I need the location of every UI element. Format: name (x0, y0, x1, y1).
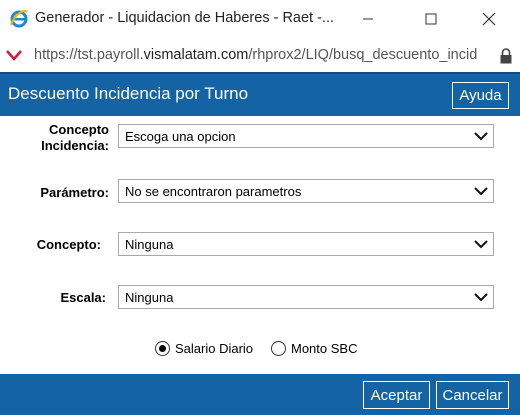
salario-diario-label[interactable]: Salario Diario (175, 341, 253, 356)
escala-label: Escala: (60, 290, 106, 305)
window-title: Generador - Liquidacion de Haberes - Rae… (35, 10, 335, 26)
cancel-button[interactable]: Cancelar (436, 381, 509, 409)
escala-select[interactable]: Ninguna (118, 285, 494, 309)
page-title: Descuento Incidencia por Turno (8, 84, 249, 103)
dialog-header: Descuento Incidencia por Turno Ayuda (0, 72, 520, 116)
dialog-footer: Aceptar Cancelar (0, 374, 520, 415)
visma-site-icon (6, 50, 22, 61)
internet-explorer-icon (10, 10, 28, 28)
close-button[interactable] (466, 0, 512, 38)
minimize-button[interactable] (345, 0, 391, 38)
concepto-incidencia-label-line2: Incidencia: (41, 138, 109, 153)
close-icon (482, 12, 496, 26)
lock-icon[interactable] (499, 47, 513, 65)
concepto-label: Concepto: (36, 237, 101, 252)
url-prefix: https://tst.payroll. (34, 47, 144, 63)
monto-sbc-label[interactable]: Monto SBC (291, 341, 357, 356)
chevron-down-icon (474, 240, 488, 249)
salario-diario-radio[interactable] (155, 341, 170, 356)
concepto-incidencia-label-line1: Concepto (49, 122, 109, 137)
parametro-value: No se encontraron parametros (125, 184, 302, 199)
escala-value: Ninguna (125, 290, 174, 305)
concepto-incidencia-select[interactable]: Escoga una opcion (118, 124, 494, 148)
concepto-value: Ninguna (125, 237, 174, 252)
chevron-down-icon (474, 187, 488, 196)
parametro-label: Parámetro: (40, 185, 109, 200)
maximize-button[interactable] (408, 0, 454, 38)
accept-button[interactable]: Aceptar (363, 381, 430, 409)
help-button[interactable]: Ayuda (452, 82, 509, 109)
minimize-icon (363, 18, 373, 20)
maximize-icon (425, 13, 437, 25)
chevron-down-icon (474, 293, 488, 302)
chevron-down-icon (474, 132, 488, 141)
parametro-select[interactable]: No se encontraron parametros (118, 179, 494, 203)
window-titlebar: Generador - Liquidacion de Haberes - Rae… (0, 0, 520, 38)
concepto-select[interactable]: Ninguna (118, 232, 494, 256)
url-text[interactable]: https://tst.payroll.vismalatam.com/rhpro… (34, 47, 492, 63)
concepto-incidencia-value: Escoga una opcion (125, 129, 236, 144)
monto-sbc-radio[interactable] (271, 341, 286, 356)
url-domain: vismalatam.com (143, 47, 249, 63)
url-suffix: /rhprox2/LIQ/busq_descuento_incid (248, 47, 478, 63)
address-bar[interactable]: https://tst.payroll.vismalatam.com/rhpro… (0, 38, 520, 72)
